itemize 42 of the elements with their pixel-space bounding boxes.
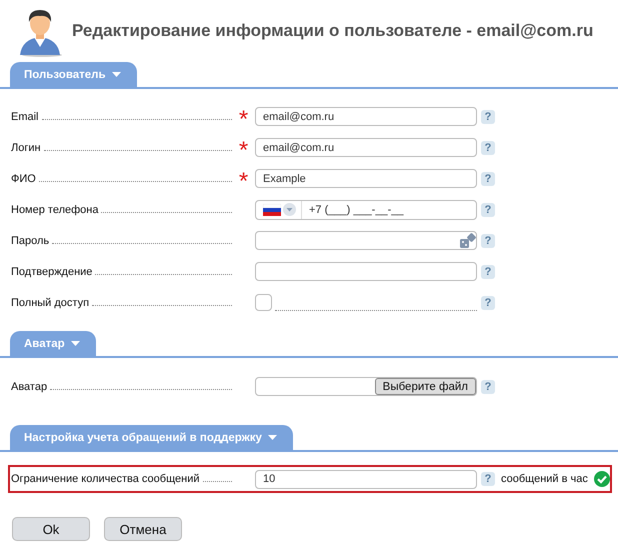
required-mark: * xyxy=(238,168,248,194)
help-icon[interactable]: ? xyxy=(481,234,495,248)
caret-icon xyxy=(112,72,121,77)
text-field[interactable]: email@com.ru xyxy=(255,138,477,157)
caret-icon xyxy=(70,341,80,346)
required-mark: * xyxy=(238,106,248,132)
text-field[interactable]: email@com.ru xyxy=(255,107,477,126)
caret-icon xyxy=(268,435,277,440)
section-tab[interactable]: Пользователь xyxy=(10,62,137,87)
text-field[interactable]: 10 xyxy=(255,470,477,488)
help-icon[interactable]: ? xyxy=(481,296,495,310)
section-tab[interactable]: Аватар xyxy=(10,331,96,356)
phone-field[interactable]: +7 (___) ___-__-__ xyxy=(255,200,477,220)
form-button[interactable]: Ok xyxy=(12,517,90,541)
form-button[interactable]: Отмена xyxy=(104,517,182,541)
help-icon[interactable]: ? xyxy=(481,472,495,486)
help-icon[interactable]: ? xyxy=(481,110,495,124)
help-icon[interactable]: ? xyxy=(481,380,495,394)
help-icon[interactable]: ? xyxy=(481,202,495,216)
field-label: ФИО xyxy=(11,172,36,184)
section-tab[interactable]: Настройка учета обращений в поддержку xyxy=(10,425,293,450)
field-label: Полный доступ xyxy=(11,296,90,308)
checkbox[interactable] xyxy=(255,294,272,311)
page-title: Редактирование информации о пользователе - email@com.ru xyxy=(72,21,594,41)
password-field[interactable] xyxy=(255,231,477,250)
field-label: Логин xyxy=(11,142,41,154)
password-field[interactable] xyxy=(255,262,477,281)
field-label: Подтверждение xyxy=(11,266,92,278)
field-label: Аватар xyxy=(11,380,48,392)
help-icon[interactable]: ? xyxy=(481,172,495,186)
file-field[interactable]: Выберите файл xyxy=(255,377,477,396)
field-label: Email xyxy=(11,110,39,122)
unit-label: сообщений в час xyxy=(501,473,588,485)
text-field[interactable]: Example xyxy=(255,169,477,188)
choose-file-button[interactable]: Выберите файл xyxy=(374,378,476,395)
field-label: Пароль xyxy=(11,234,50,246)
required-mark: * xyxy=(238,136,248,164)
help-icon[interactable]: ? xyxy=(481,264,495,278)
field-label: Номер телефона xyxy=(11,204,98,216)
help-icon[interactable]: ? xyxy=(481,140,495,154)
field-label: Ограничение количества сообщений xyxy=(11,473,200,485)
dice-icon[interactable] xyxy=(460,233,476,249)
